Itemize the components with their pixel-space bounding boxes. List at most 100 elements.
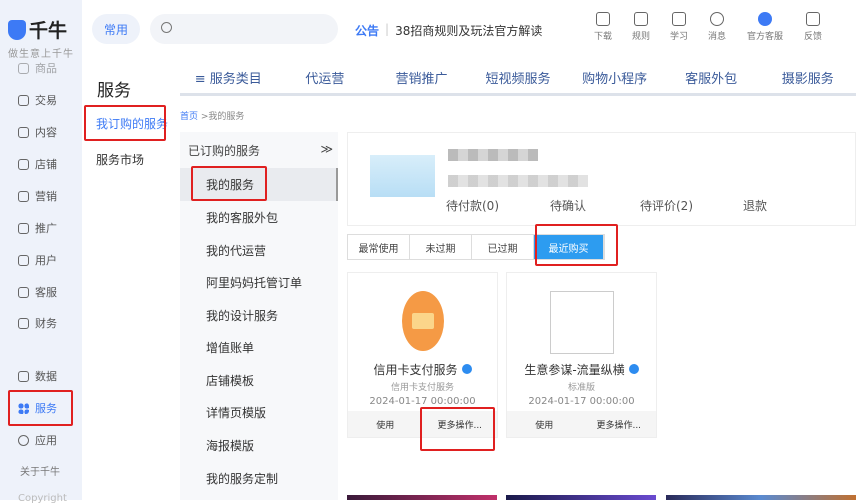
filter-most-used[interactable]: 最常使用 — [348, 235, 410, 259]
sidebar-item-customer-service[interactable]: 客服 — [0, 279, 82, 305]
stat-pending-confirm[interactable]: 待确认 — [550, 197, 586, 214]
menu-item[interactable]: 海报模版 — [180, 429, 338, 462]
service-title: 服务 — [97, 81, 131, 101]
info-badge-icon — [461, 364, 472, 374]
service-thumbnail[interactable] — [666, 495, 856, 500]
tool-download[interactable]: 下载 — [590, 12, 616, 42]
label: 内容 — [35, 126, 57, 139]
label: 反馈 — [803, 32, 822, 42]
download-icon — [596, 12, 610, 26]
label: 学习 — [669, 32, 688, 42]
header-tools: 下载 规则 学习 消息 官方客服 反馈 — [590, 12, 826, 42]
sidebar-item-data[interactable]: 数据 — [0, 363, 82, 389]
finance-icon — [18, 317, 29, 329]
sidebar-item-product[interactable]: 商品 — [0, 55, 82, 81]
menu-item[interactable]: 我的客服外包 — [180, 201, 338, 234]
label: 消息 — [707, 32, 726, 42]
breadcrumb: 首页 >我的服务 — [180, 109, 244, 122]
filter-not-expired[interactable]: 未过期 — [410, 235, 472, 259]
card-date: 2024-01-17 00:00:00 — [528, 396, 635, 407]
product-icon — [18, 62, 29, 74]
tab-service-category[interactable]: ≡ 服务类目 — [180, 68, 277, 87]
highlight-box — [191, 166, 267, 201]
service-card[interactable]: 生意参谋-流量纵横 标准版 2024-01-17 00:00:00 使用 更多操作… — [506, 272, 657, 438]
breadcrumb-home[interactable]: 首页 — [180, 112, 198, 122]
card-date: 2024-01-17 00:00:00 — [369, 396, 476, 407]
card-name: 生意参谋-流量纵横 — [524, 363, 625, 377]
menu-header: 已订购的服务 ≫ — [188, 142, 333, 159]
stat-pending-payment[interactable]: 待付款(0) — [446, 197, 499, 214]
tool-customer-service[interactable]: 官方客服 — [742, 12, 788, 42]
label: 推广 — [35, 222, 57, 235]
service-thumbnail[interactable] — [347, 495, 497, 500]
learn-icon — [672, 12, 686, 26]
card-subtitle: 信用卡支付服务 — [390, 383, 454, 393]
menu-item[interactable]: 阿里妈妈托管订单 — [180, 266, 338, 299]
marketing-icon — [18, 190, 29, 202]
stat-pending-review[interactable]: 待评价(2) — [640, 197, 693, 214]
sidebar-item-trade[interactable]: 交易 — [0, 87, 82, 113]
frequent-button[interactable]: 常用 — [92, 14, 140, 44]
menu-item[interactable]: 店铺模板 — [180, 364, 338, 397]
tab-short-video[interactable]: 短视频服务 — [470, 68, 567, 87]
qianniu-logo-icon — [8, 19, 26, 40]
label: 用户 — [35, 254, 57, 267]
menu-item[interactable]: 增值账单 — [180, 331, 338, 364]
promotion-icon — [18, 222, 29, 234]
data-icon — [18, 370, 29, 382]
sidebar-item-marketing[interactable]: 营销 — [0, 183, 82, 209]
logo[interactable]: 千牛 — [8, 16, 67, 43]
stat-refund[interactable]: 退款 — [743, 197, 767, 214]
notice-label: 公告 — [355, 24, 380, 38]
tool-rules[interactable]: 规则 — [628, 12, 654, 42]
highlight-box — [535, 224, 618, 266]
tab-agency[interactable]: 代运营 — [277, 68, 374, 87]
more-actions-button[interactable]: 更多操作... — [582, 411, 657, 437]
menu-item[interactable]: 我的代运营 — [180, 234, 338, 267]
tool-feedback[interactable]: 反馈 — [800, 12, 826, 42]
sidebar-item-content[interactable]: 内容 — [0, 119, 82, 145]
use-button[interactable]: 使用 — [348, 411, 423, 437]
menu-item[interactable]: 我的设计服务 — [180, 299, 338, 332]
tab-cs-outsourcing[interactable]: 客服外包 — [663, 68, 760, 87]
collapse-icon[interactable]: ≫ — [320, 142, 333, 159]
sidebar-item-finance[interactable]: 财务 — [0, 310, 82, 336]
label: 规则 — [631, 32, 650, 42]
label: 交易 — [35, 94, 57, 107]
logo-text: 千牛 — [29, 20, 68, 42]
label: 商品 — [35, 62, 57, 75]
tab-photography[interactable]: 摄影服务 — [759, 68, 856, 87]
label: 店铺 — [35, 158, 57, 171]
sidebar-item-users[interactable]: 用户 — [0, 247, 82, 273]
tab-mini-program[interactable]: 购物小程序 — [566, 68, 663, 87]
highlight-box — [420, 407, 495, 451]
label: 数据 — [35, 370, 57, 383]
sidebar-item-shop[interactable]: 店铺 — [0, 151, 82, 177]
content-icon — [18, 126, 29, 138]
use-button[interactable]: 使用 — [507, 411, 582, 437]
tab-marketing[interactable]: 营销推广 — [373, 68, 470, 87]
sidebar-item-promotion[interactable]: 推广 — [0, 215, 82, 241]
nav-service-market[interactable]: 服务市场 — [96, 151, 144, 168]
notice[interactable]: 公告 | 38招商规则及玩法官方解读 — [355, 22, 542, 39]
menu-item[interactable]: 详情页模版 — [180, 396, 338, 429]
message-icon — [710, 12, 724, 26]
service-thumbnail[interactable] — [506, 495, 656, 500]
filter-expired[interactable]: 已过期 — [472, 235, 534, 259]
about-link[interactable]: 关于千牛 — [20, 463, 60, 478]
menu-header-label: 已订购的服务 — [188, 144, 261, 158]
menu-item[interactable]: 我的服务定制 — [180, 462, 338, 495]
highlight-box — [8, 390, 73, 426]
tool-message[interactable]: 消息 — [704, 12, 730, 42]
label: 应用 — [35, 434, 57, 447]
shop-avatar — [370, 155, 435, 197]
sidebar-item-apps[interactable]: 应用 — [0, 427, 82, 453]
order-summary: 待付款(0) 待确认 待评价(2) 退款 — [347, 132, 856, 226]
tool-learn[interactable]: 学习 — [666, 12, 692, 42]
search-icon — [161, 22, 172, 33]
shop-name-blurred — [448, 149, 538, 161]
notice-text[interactable]: 38招商规则及玩法官方解读 — [395, 22, 542, 39]
highlight-box — [84, 105, 166, 141]
search-input[interactable] — [150, 14, 338, 44]
rules-icon — [634, 12, 648, 26]
